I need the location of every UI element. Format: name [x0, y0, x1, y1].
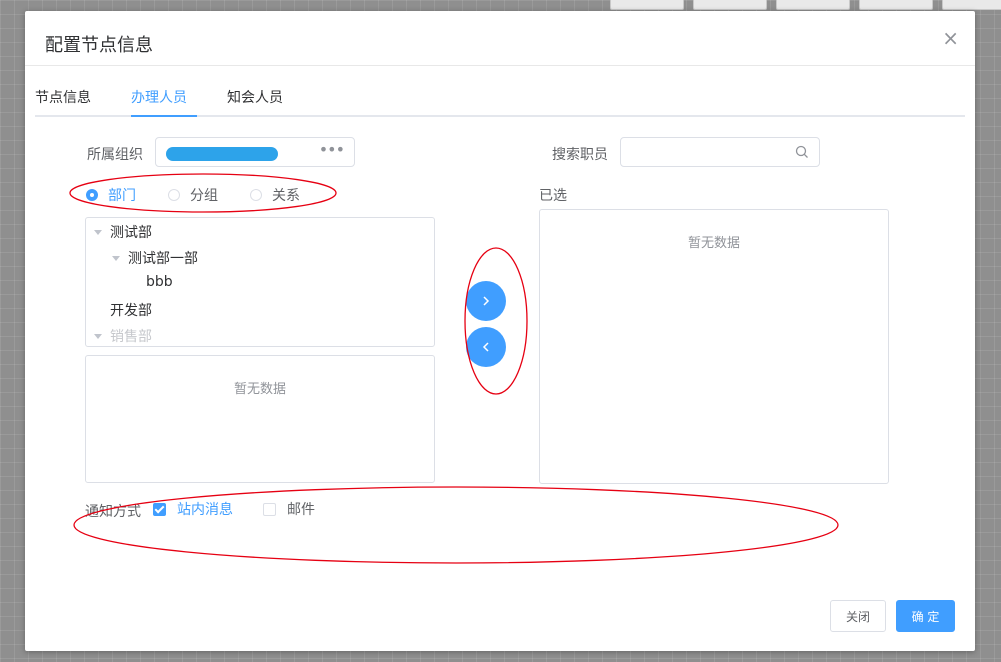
notify-label: 通知方式: [85, 504, 141, 520]
tree-node[interactable]: 测试部: [94, 222, 152, 242]
empty-text: 暂无数据: [233, 382, 286, 397]
background-button: [693, 0, 767, 10]
radio-label: 关系: [272, 188, 300, 204]
radio-dot: [250, 189, 262, 201]
tab-handlers[interactable]: 办理人员: [131, 87, 187, 107]
radio-group[interactable]: 分组: [168, 185, 218, 205]
caret-down-icon[interactable]: [112, 255, 120, 261]
empty-text: 暂无数据: [687, 236, 740, 251]
chevron-left-icon: [482, 342, 489, 352]
checkbox-box: [153, 502, 166, 516]
employee-list: 暂无数据: [85, 355, 435, 483]
confirm-button[interactable]: 确 定: [896, 600, 955, 632]
tree-node-label: bbb: [146, 274, 173, 290]
department-tree: 测试部 测试部一部 bbb 开发部 销售部: [85, 217, 435, 347]
remove-selected-button[interactable]: [466, 327, 506, 367]
tree-node[interactable]: bbb: [146, 274, 173, 290]
close-button[interactable]: 关闭: [830, 600, 886, 632]
org-selector[interactable]: •••: [155, 137, 355, 167]
caret-down-icon[interactable]: [94, 333, 102, 339]
checkbox-label: 站内消息: [177, 502, 233, 518]
header-divider: [25, 65, 975, 66]
checkbox-label: 邮件: [287, 502, 315, 518]
radio-relation[interactable]: 关系: [250, 185, 300, 205]
checkbox-email[interactable]: 邮件: [263, 499, 315, 519]
radio-label: 部门: [108, 188, 136, 204]
chevron-right-icon: [483, 296, 490, 306]
background-button: [859, 0, 933, 10]
org-label: 所属组织: [87, 147, 143, 163]
tab-node-info[interactable]: 节点信息: [35, 87, 91, 107]
caret-down-icon[interactable]: [94, 229, 102, 235]
radio-dot: [168, 189, 180, 201]
background-button: [942, 0, 1001, 10]
background-button: [776, 0, 850, 10]
more-icon[interactable]: •••: [319, 140, 345, 159]
selected-label: 已选: [539, 188, 567, 204]
tree-node[interactable]: 测试部一部: [112, 248, 198, 268]
background-button: [610, 0, 684, 10]
checkbox-box: [263, 502, 276, 516]
tree-node-label: 测试部: [110, 225, 152, 241]
tab-notified[interactable]: 知会人员: [227, 87, 283, 107]
search-icon[interactable]: [795, 145, 809, 159]
tree-node[interactable]: 销售部: [94, 326, 152, 346]
active-tab-indicator: [131, 115, 197, 117]
radio-dot: [86, 189, 98, 201]
radio-department[interactable]: 部门: [86, 185, 136, 205]
tab-bar: 节点信息 办理人员 知会人员: [35, 83, 965, 117]
add-selected-button[interactable]: [466, 281, 506, 321]
org-value-redacted: [166, 147, 278, 161]
config-node-dialog: 配置节点信息 × 节点信息 办理人员 知会人员 所属组织 ••• 搜索职员 部门…: [25, 11, 975, 651]
close-icon[interactable]: ×: [942, 28, 959, 48]
tree-node[interactable]: 开发部: [110, 300, 152, 320]
dialog-title: 配置节点信息: [45, 35, 153, 56]
tree-node-label: 开发部: [110, 303, 152, 319]
selected-list: 暂无数据: [539, 209, 889, 484]
search-label: 搜索职员: [552, 147, 608, 163]
tree-node-label: 测试部一部: [128, 251, 198, 267]
search-input[interactable]: [620, 137, 820, 167]
radio-label: 分组: [190, 188, 218, 204]
tree-node-label: 销售部: [110, 329, 152, 345]
checkbox-site-message[interactable]: 站内消息: [153, 499, 233, 519]
